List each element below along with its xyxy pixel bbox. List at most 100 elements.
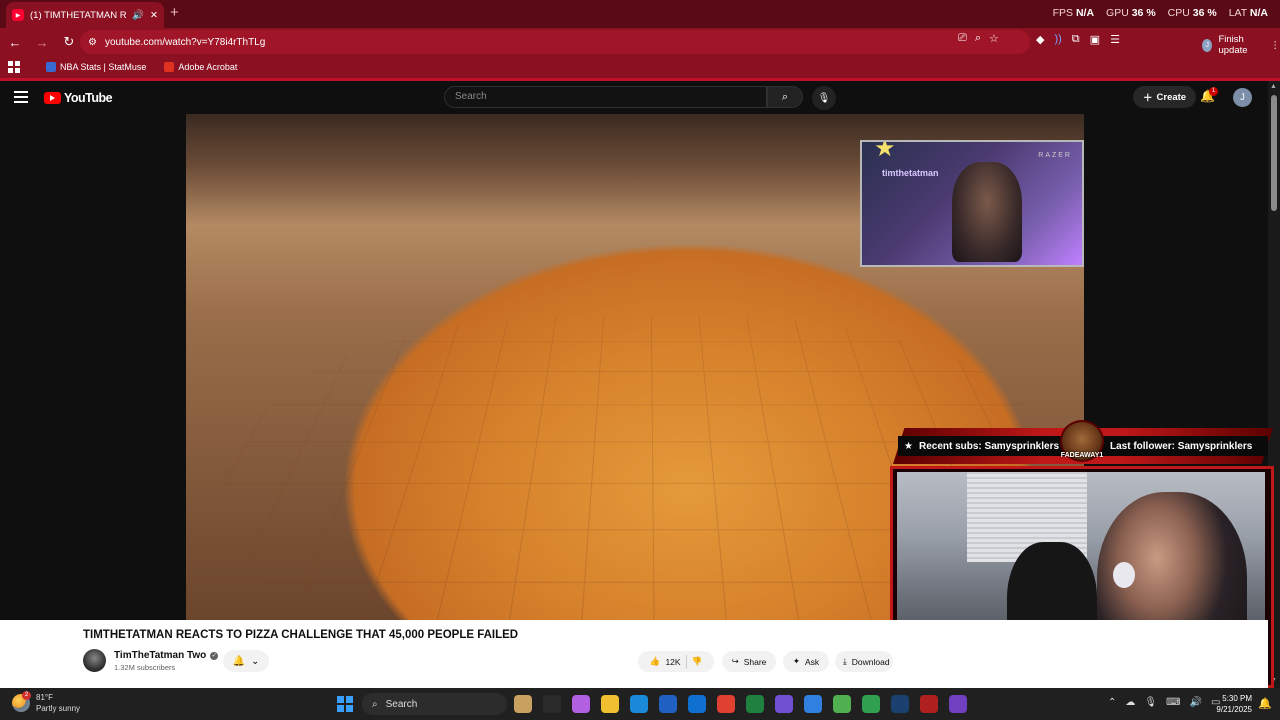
headset-icon <box>1113 562 1135 588</box>
create-label: Create <box>1156 91 1187 103</box>
back-arrow-icon[interactable]: ← <box>3 30 27 54</box>
cast-icon[interactable]: ⎚ <box>958 32 967 45</box>
address-bar[interactable]: ⚙ youtube.com/watch?v=Y78i4rThTLg <box>80 30 1030 54</box>
like-button[interactable]: 👍 12K <box>650 656 681 667</box>
search-input[interactable]: Search <box>444 86 767 108</box>
tab-audio-icon[interactable]: 🔊 <box>132 10 144 21</box>
taskbar-app-icon[interactable] <box>688 695 706 713</box>
taskbar-app-icon[interactable] <box>543 695 561 713</box>
scroll-thumb[interactable] <box>1271 95 1277 211</box>
finish-update-label: Finish update <box>1218 34 1248 56</box>
forward-arrow-icon[interactable]: → <box>30 30 54 54</box>
bookmark-star-icon[interactable]: ☆ <box>989 32 999 45</box>
cloud-icon[interactable]: ☁ <box>1125 697 1135 708</box>
share-button[interactable]: ↪ Share <box>722 651 776 672</box>
zoom-icon[interactable]: ⌕ <box>975 32 981 45</box>
create-button[interactable]: ＋ Create <box>1133 86 1197 108</box>
taskbar-app-icon[interactable] <box>601 695 619 713</box>
star-icon: ★ <box>874 140 896 162</box>
statmuse-icon <box>46 62 56 72</box>
subscription-bell-button[interactable]: 🔔 ⌄ <box>223 650 269 672</box>
taskbar-search-label: Search <box>385 698 418 710</box>
channel-name: TimTheTatman Two <box>114 650 207 661</box>
taskbar-app-icon[interactable] <box>949 695 967 713</box>
weather-widget[interactable]: 2 81°F Partly sunny <box>12 691 81 714</box>
taskbar-app-icon[interactable] <box>514 695 532 713</box>
extensions-puzzle-icon[interactable]: ⧉ <box>1072 33 1080 46</box>
user-avatar[interactable]: J <box>1233 88 1252 107</box>
windows-start-icon[interactable] <box>337 696 353 712</box>
weather-description: Partly sunny <box>36 704 81 713</box>
profile-avatar[interactable]: J <box>1202 38 1213 52</box>
tab-close-icon[interactable]: ✕ <box>150 10 158 21</box>
ask-label: Ask <box>804 656 820 667</box>
finish-update-button[interactable]: J Finish update ⋮ <box>1202 34 1280 56</box>
taskbar-apps <box>514 695 967 713</box>
reading-list-icon[interactable]: ☰ <box>1110 33 1120 46</box>
address-bar-actions: ⎚ ⌕ ☆ <box>958 32 999 45</box>
download-label: Download <box>851 656 890 667</box>
taskbar-app-icon[interactable] <box>717 695 735 713</box>
recent-subs-text: Recent subs: Samysprinklers <box>918 440 1060 452</box>
hamburger-menu-icon[interactable] <box>14 91 28 103</box>
channel-avatar[interactable] <box>83 649 106 672</box>
taskbar-app-icon[interactable] <box>862 695 880 713</box>
thumbs-down-icon: 👎 <box>691 656 703 666</box>
taskbar-clock[interactable]: 5:30 PM 9/21/2025 <box>1210 693 1252 715</box>
browser-nav-bar: ← → ↻ ⚙ youtube.com/watch?v=Y78i4rThTLg … <box>0 28 1280 56</box>
taskbar-app-icon[interactable] <box>920 695 938 713</box>
video-title: TIMTHETATMAN REACTS TO PIZZA CHALLENGE T… <box>83 629 519 641</box>
search-icon: ⌕ <box>781 90 789 103</box>
windows-taskbar: 2 81°F Partly sunny ⌕ Search ⌃ ☁ 🎙 ⌨ 🔊 ▭… <box>0 688 1280 720</box>
notification-center-icon[interactable]: 🔔 <box>1258 697 1272 710</box>
taskbar-app-icon[interactable] <box>804 695 822 713</box>
taskbar-app-icon[interactable] <box>833 695 851 713</box>
reload-icon[interactable]: ↻ <box>57 30 81 54</box>
lat-label: LAT <box>1228 7 1247 19</box>
site-info-icon[interactable]: ⚙ <box>88 37 97 48</box>
side-panel-icon[interactable]: ▣ <box>1090 33 1100 46</box>
chevron-up-icon[interactable]: ⌃ <box>1108 697 1116 708</box>
more-menu-icon[interactable]: ⋮ <box>1271 40 1280 51</box>
verified-check-icon: ✓ <box>210 651 219 660</box>
scroll-up-icon[interactable]: ▲ <box>1270 83 1277 90</box>
taskbar-app-icon[interactable] <box>775 695 793 713</box>
share-arrow-icon: ↪ <box>731 656 739 666</box>
bookmarks-bar: NBA Stats | StatMuse Adobe Acrobat <box>0 56 1280 78</box>
ask-button[interactable]: ✦ Ask <box>783 651 829 672</box>
bookmark-label: NBA Stats | StatMuse <box>60 62 147 72</box>
subscriber-count: 1.32M subscribers <box>114 663 176 672</box>
voice-search-button[interactable]: 🎙 <box>812 86 836 110</box>
dislike-button[interactable]: 👎 <box>692 656 703 667</box>
browser-tab-active[interactable]: ▶ (1) TIMTHETATMAN REACTS TO PIZZA CHALL… <box>6 2 164 28</box>
apps-grid-icon[interactable] <box>8 61 20 73</box>
volume-icon[interactable]: 🔊 <box>1190 697 1202 708</box>
taskbar-app-icon[interactable] <box>630 695 648 713</box>
network-icon[interactable]: ⌨ <box>1166 697 1180 708</box>
extensions-area: ◆ )) ⧉ ▣ ☰ <box>1036 33 1120 46</box>
acrobat-icon <box>164 62 175 72</box>
download-button[interactable]: ⤓ Download <box>835 651 893 672</box>
like-dislike-group: 👍 12K 👎 <box>638 651 714 672</box>
channel-name-link[interactable]: TimTheTatman Two ✓ <box>114 650 219 661</box>
taskbar-app-icon[interactable] <box>572 695 590 713</box>
chevron-down-icon: ⌄ <box>251 655 260 667</box>
bell-outline-icon: 🔔 <box>232 655 246 667</box>
taskbar-app-icon[interactable] <box>746 695 764 713</box>
youtube-favicon-icon: ▶ <box>12 9 24 21</box>
extension-wave-icon[interactable]: )) <box>1054 33 1061 46</box>
bookmark-adobe-acrobat[interactable]: Adobe Acrobat <box>164 62 237 72</box>
taskbar-search[interactable]: ⌕ Search <box>362 693 507 715</box>
mic-icon: 🎙 <box>817 92 831 104</box>
bookmark-statmuse[interactable]: NBA Stats | StatMuse <box>46 62 146 72</box>
taskbar-app-icon[interactable] <box>659 695 677 713</box>
new-tab-button[interactable]: + <box>170 4 179 21</box>
microphone-icon[interactable]: 🎙 <box>1144 697 1157 708</box>
youtube-logo[interactable]: YouTube <box>44 91 113 105</box>
thumbs-up-icon: 👍 <box>649 656 661 666</box>
extension-diamond-icon[interactable]: ◆ <box>1036 33 1044 46</box>
search-button[interactable]: ⌕ <box>767 86 803 108</box>
taskbar-app-icon[interactable] <box>891 695 909 713</box>
video-facecam: ★ timthetatman RAZER <box>860 140 1084 267</box>
notification-count-badge: 1 <box>1209 87 1218 96</box>
